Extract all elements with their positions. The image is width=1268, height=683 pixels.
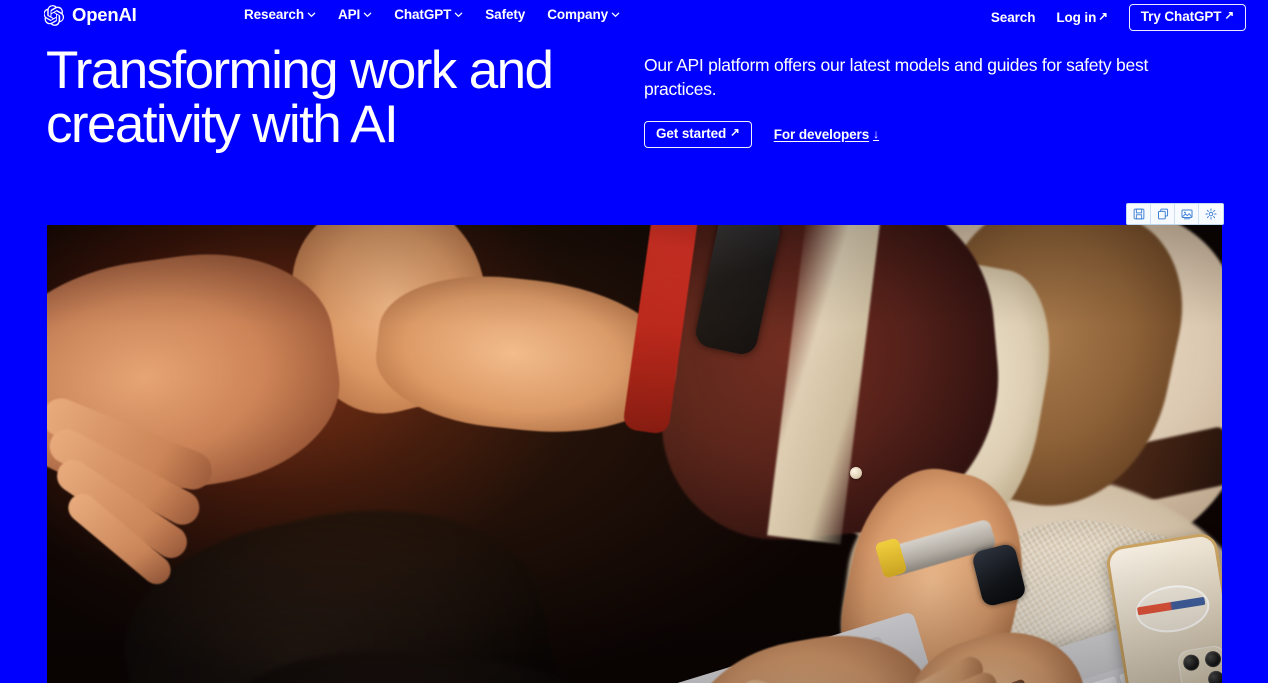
primary-nav-menu: Research API ChatGPT Safety Company: [244, 8, 620, 22]
chevron-down-icon: [454, 8, 463, 22]
get-started-label: Get started: [656, 126, 727, 141]
login-label: Log in: [1056, 9, 1097, 25]
for-developers-label: For developers: [773, 126, 870, 142]
image-toolbar: [1126, 203, 1224, 225]
nav-item-label: Research: [244, 7, 304, 22]
arrow-down-icon: ↓: [873, 127, 880, 142]
search-label: Search: [990, 9, 1036, 25]
photo-shirt-button: [850, 467, 862, 479]
for-developers-link[interactable]: For developers ↓: [773, 126, 880, 142]
arrow-up-right-icon: ↗: [1098, 10, 1108, 23]
search-link[interactable]: Search: [990, 9, 1036, 25]
chevron-down-icon: [363, 8, 372, 22]
save-icon[interactable]: [1127, 204, 1151, 224]
photo-phone: [1104, 531, 1222, 683]
try-chatgpt-button[interactable]: Try ChatGPT ↗: [1128, 4, 1246, 31]
brand-home-link[interactable]: OpenAI: [44, 5, 137, 26]
arrow-up-right-icon: ↗: [730, 127, 740, 139]
hero-cta-group: Get started ↗ For developers ↓: [644, 121, 1224, 148]
try-chatgpt-label: Try ChatGPT: [1140, 9, 1222, 24]
chevron-down-icon: [611, 8, 620, 22]
get-started-button[interactable]: Get started ↗: [644, 121, 752, 148]
chevron-down-icon: [307, 8, 316, 22]
nav-item-company[interactable]: Company: [547, 8, 620, 22]
nav-item-api[interactable]: API: [338, 8, 372, 22]
page-root: OpenAI Research API ChatGPT Safety Compa…: [0, 0, 1268, 683]
top-navigation-bar: OpenAI Research API ChatGPT Safety Compa…: [0, 0, 1268, 34]
nav-item-research[interactable]: Research: [244, 8, 316, 22]
arrow-up-right-icon: ↗: [1224, 10, 1234, 22]
nav-item-safety[interactable]: Safety: [485, 8, 525, 22]
nav-item-label: API: [338, 7, 361, 22]
page-title: Transforming work and creativity with AI: [46, 41, 554, 154]
openai-logo-icon: [44, 5, 65, 26]
image-icon[interactable]: [1175, 204, 1199, 224]
hero-image: Three people sitting close together on a…: [47, 225, 1222, 683]
copy-icon[interactable]: [1151, 204, 1175, 224]
settings-gear-icon[interactable]: [1199, 204, 1223, 224]
nav-item-label: Safety: [485, 7, 526, 22]
login-link[interactable]: Log in ↗: [1056, 9, 1108, 25]
nav-item-label: ChatGPT: [394, 7, 452, 22]
nav-item-chatgpt[interactable]: ChatGPT: [394, 8, 463, 22]
hero-subtitle: Our API platform offers our latest model…: [644, 55, 1149, 99]
brand-name-label: OpenAI: [72, 4, 137, 26]
secondary-nav-menu: Search Log in ↗ Try ChatGPT ↗: [991, 4, 1246, 31]
nav-item-label: Company: [547, 7, 609, 22]
hero-right-column: Our API platform offers our latest model…: [644, 53, 1224, 148]
